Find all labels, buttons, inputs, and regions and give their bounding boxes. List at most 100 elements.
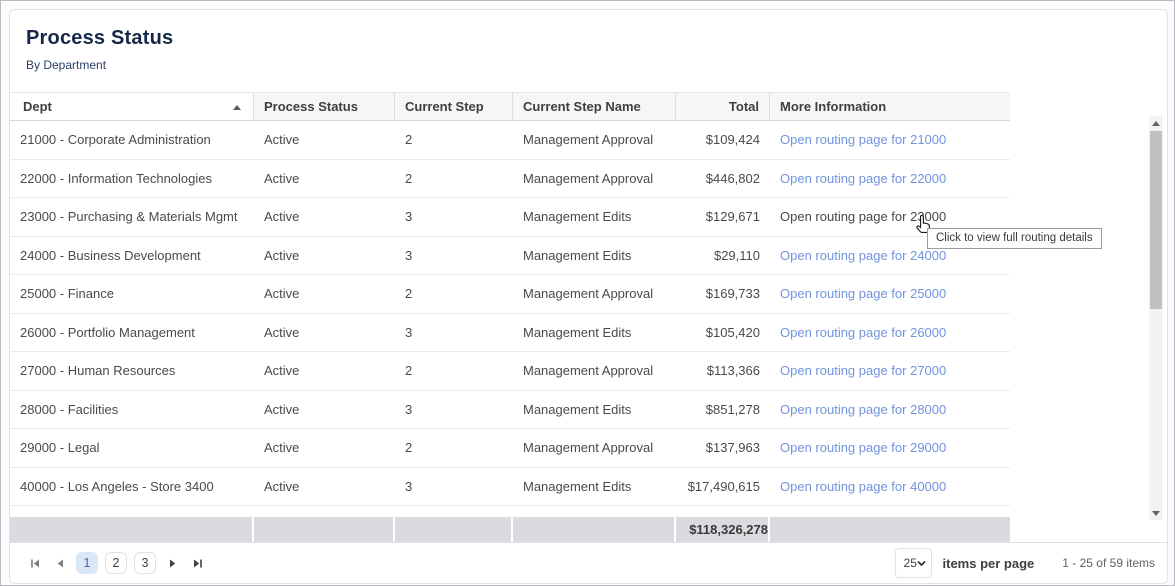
current-step-cell: 2: [395, 171, 513, 186]
dept-cell: 25000 - Finance: [10, 286, 254, 301]
total-cell: $105,420: [676, 325, 770, 340]
page-button-1[interactable]: 1: [76, 552, 98, 574]
routing-link[interactable]: Open routing page for 24000: [780, 248, 946, 263]
table-row: 23000 - Purchasing & Materials Mgmt Acti…: [10, 198, 1010, 237]
total-cell: $113,366: [676, 363, 770, 378]
pager-nav: 1 2 3: [26, 552, 206, 574]
routing-link[interactable]: Open routing page for 21000: [780, 132, 946, 147]
current-step-name-cell: Management Approval: [513, 171, 676, 186]
footer-more-information-cell: [770, 517, 1010, 543]
scrollbar-up-arrow-icon[interactable]: [1149, 116, 1163, 130]
process-status-cell: Active: [254, 479, 395, 494]
routing-link[interactable]: Open routing page for 28000: [780, 402, 946, 417]
dept-cell: 28000 - Facilities: [10, 402, 254, 417]
column-header-more-information[interactable]: More Information: [770, 93, 1010, 120]
dept-cell: 40000 - Los Angeles - Store 3400: [10, 479, 254, 494]
current-step-cell: 2: [395, 363, 513, 378]
table-row: 40000 - Los Angeles - Store 3400 Active …: [10, 468, 1010, 507]
more-information-cell: Open routing page for 22000: [770, 171, 1010, 186]
process-status-cell: Active: [254, 209, 395, 224]
process-status-cell: Active: [254, 171, 395, 186]
more-information-cell: Open routing page for 23000: [770, 209, 1010, 224]
process-status-cell: Active: [254, 440, 395, 455]
current-step-cell: 2: [395, 286, 513, 301]
dept-cell: 22000 - Information Technologies: [10, 171, 254, 186]
more-information-cell: Open routing page for 21000: [770, 132, 1010, 147]
routing-link[interactable]: Open routing page for 29000: [780, 440, 946, 455]
column-header-total-label: Total: [729, 99, 759, 114]
page-size-dropdown[interactable]: 25: [895, 548, 932, 578]
current-step-name-cell: Management Edits: [513, 402, 676, 417]
total-cell: $17,490,615: [676, 479, 770, 494]
pager-right: 25 items per page 1 - 25 of 59 items: [895, 548, 1155, 578]
items-per-page-label: items per page: [943, 556, 1035, 571]
next-page-icon[interactable]: [163, 552, 181, 574]
total-cell: $109,424: [676, 132, 770, 147]
current-step-name-cell: Management Approval: [513, 440, 676, 455]
dept-cell: 29000 - Legal: [10, 440, 254, 455]
current-step-cell: 3: [395, 479, 513, 494]
column-header-total[interactable]: Total: [676, 93, 770, 120]
routing-link[interactable]: Open routing page for 26000: [780, 325, 946, 340]
routing-link[interactable]: Open routing page for 22000: [780, 171, 946, 186]
column-header-process-status-label: Process Status: [264, 99, 358, 114]
total-cell: $129,671: [676, 209, 770, 224]
previous-page-icon[interactable]: [51, 552, 69, 574]
dept-cell: 21000 - Corporate Administration: [10, 132, 254, 147]
current-step-cell: 3: [395, 209, 513, 224]
page-size-value: 25: [904, 556, 917, 570]
table-row: 29000 - Legal Active 2 Management Approv…: [10, 429, 1010, 468]
dept-cell: 24000 - Business Development: [10, 248, 254, 263]
current-step-name-cell: Management Approval: [513, 132, 676, 147]
current-step-cell: 3: [395, 402, 513, 417]
grid-header-row: Dept Process Status Current Step Current…: [10, 92, 1010, 121]
pager: 1 2 3 25 items per page 1 - 25 of: [10, 542, 1167, 583]
column-header-current-step[interactable]: Current Step: [395, 93, 513, 120]
column-header-dept[interactable]: Dept: [10, 93, 254, 120]
current-step-cell: 3: [395, 248, 513, 263]
app-window: Process Status By Department Dept Proces…: [0, 0, 1175, 586]
current-step-name-cell: Management Edits: [513, 248, 676, 263]
table-row: 27000 - Human Resources Active 2 Managem…: [10, 352, 1010, 391]
more-information-cell: Open routing page for 40000: [770, 479, 1010, 494]
first-page-icon[interactable]: [26, 552, 44, 574]
process-status-cell: Active: [254, 248, 395, 263]
more-information-cell: Open routing page for 27000: [770, 363, 1010, 378]
column-header-current-step-label: Current Step: [405, 99, 484, 114]
column-header-more-information-label: More Information: [780, 99, 886, 114]
table-row: 22000 - Information Technologies Active …: [10, 160, 1010, 199]
more-information-cell: Open routing page for 25000: [770, 286, 1010, 301]
total-cell: $29,110: [676, 248, 770, 263]
current-step-cell: 2: [395, 440, 513, 455]
scrollbar-down-arrow-icon[interactable]: [1149, 506, 1163, 520]
total-cell: $446,802: [676, 171, 770, 186]
routing-link[interactable]: Open routing page for 27000: [780, 363, 946, 378]
column-header-dept-label: Dept: [23, 99, 52, 114]
tooltip: Click to view full routing details: [927, 228, 1102, 249]
column-header-current-step-name[interactable]: Current Step Name: [513, 93, 676, 120]
more-information-cell: Open routing page for 24000: [770, 248, 1010, 263]
table-body: 21000 - Corporate Administration Active …: [10, 121, 1010, 506]
chevron-down-icon: [917, 556, 926, 570]
last-page-icon[interactable]: [188, 552, 206, 574]
page-button-2[interactable]: 2: [105, 552, 127, 574]
more-information-cell: Open routing page for 28000: [770, 402, 1010, 417]
footer-process-status-cell: [254, 517, 395, 543]
page-title: Process Status: [26, 27, 1151, 50]
dept-cell: 26000 - Portfolio Management: [10, 325, 254, 340]
current-step-name-cell: Management Approval: [513, 363, 676, 378]
process-status-cell: Active: [254, 286, 395, 301]
column-header-process-status[interactable]: Process Status: [254, 93, 395, 120]
routing-link[interactable]: Open routing page for 25000: [780, 286, 946, 301]
page-button-3[interactable]: 3: [134, 552, 156, 574]
vertical-scrollbar[interactable]: [1149, 116, 1163, 520]
more-information-cell: Open routing page for 29000: [770, 440, 1010, 455]
table-row: 24000 - Business Development Active 3 Ma…: [10, 237, 1010, 276]
footer-grand-total-cell: $118,326,278: [676, 517, 770, 543]
footer-dept-cell: [10, 517, 254, 543]
column-header-current-step-name-label: Current Step Name: [523, 99, 641, 114]
routing-link[interactable]: Open routing page for 40000: [780, 479, 946, 494]
card-header: Process Status By Department: [10, 10, 1167, 72]
grid-footer-row: $118,326,278: [10, 517, 1010, 543]
scrollbar-thumb[interactable]: [1150, 131, 1162, 309]
